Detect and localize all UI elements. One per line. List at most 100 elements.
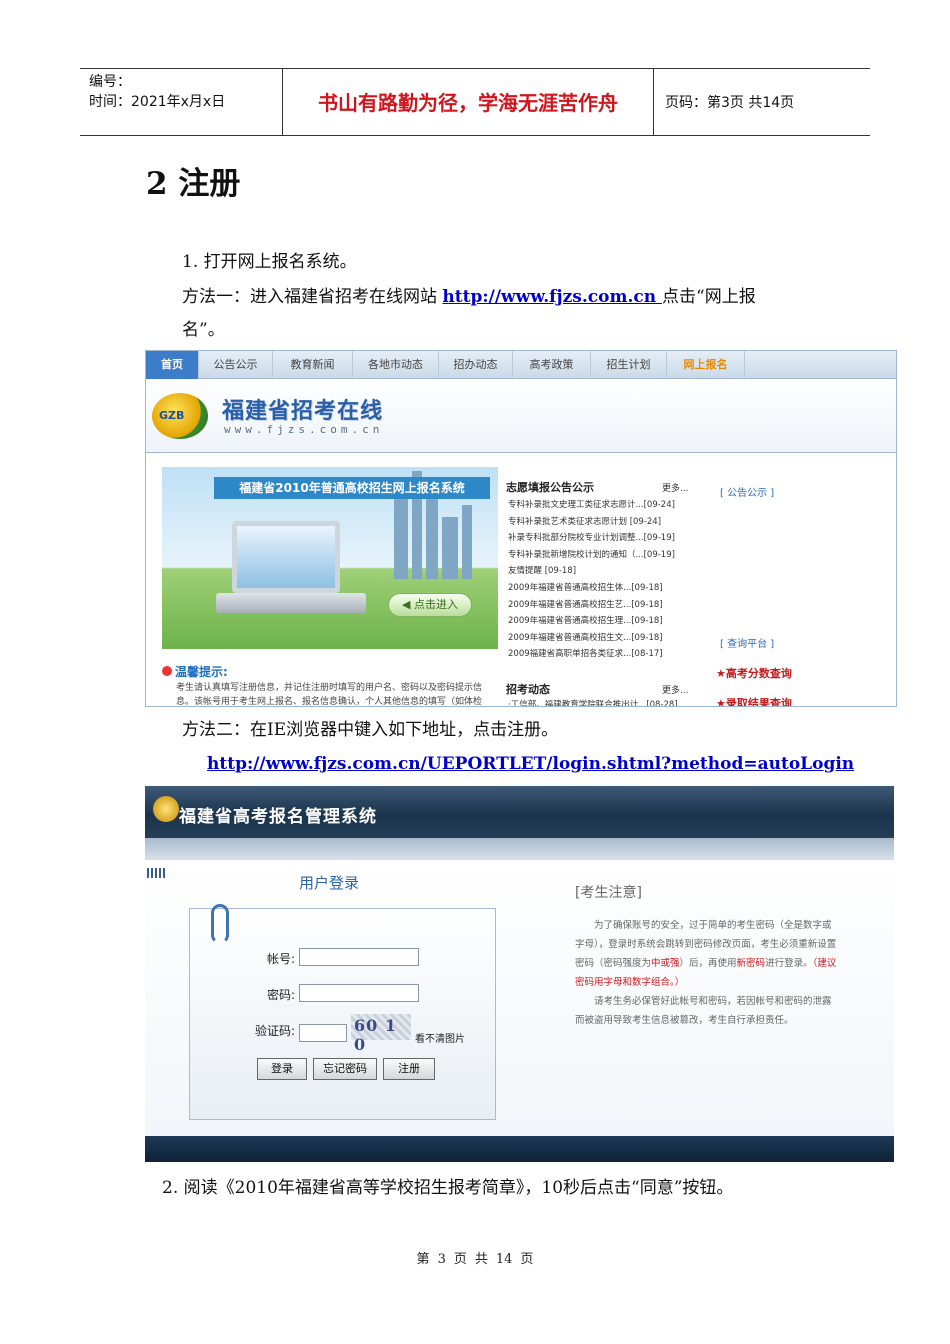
laptop-icon (232, 521, 340, 593)
list-item[interactable]: 2009年福建省普通高校招生艺...[09-18] (508, 597, 688, 614)
refresh-captcha-link[interactable]: 看不清图片 (415, 1030, 465, 1045)
system-header: 福建省高考报名管理系统 (145, 786, 894, 838)
tab-city-news[interactable]: 各地市动态 (353, 351, 439, 379)
login-system-screenshot: 福建省高考报名管理系统 用户登录 帐号: 密码: 验证码: 60 1 0 看不清… (145, 786, 894, 1162)
tab-office-news[interactable]: 招办动态 (439, 351, 513, 379)
register-button[interactable]: 注册 (383, 1058, 435, 1080)
notice-strength: 中或强 (651, 958, 680, 969)
site-logo-url: www.fjzs.com.cn (224, 423, 384, 436)
page-header: 编号： 时间：2021年x月x日 书山有路勤为径，学海无涯苦作舟 页码：第3页 … (80, 68, 870, 136)
method-1-wrap: 名”。 (182, 320, 225, 340)
list-item[interactable]: 2009年福建省普通高校招生理...[09-18] (508, 613, 688, 630)
account-label: 帐号: (266, 952, 295, 966)
gzb-logo-icon: GZB (152, 393, 208, 439)
footer-text: 页 (520, 1252, 534, 1267)
enter-system-button[interactable]: ◀ 点击进入 (388, 593, 472, 617)
footer-text: 共 (474, 1252, 488, 1267)
list-item[interactable]: 补录专科批部分院校专业计划调整...[09-19] (508, 530, 688, 547)
doc-number-label: 编号： (89, 74, 131, 90)
list-item[interactable]: 2009年福建省普通高校招生体...[09-18] (508, 580, 688, 597)
skyscraper-icon (394, 495, 408, 579)
notice-section-title: 志愿填报公告公示 (506, 481, 594, 494)
method-1-prefix: 方法一：进入福建省招考在线网站 (182, 287, 443, 307)
section-title: 2 注册 (146, 166, 241, 202)
list-item[interactable]: ·工信部、福建教育学院联合推出计...[08-28] (508, 697, 688, 706)
side-notice-title: [ 公告公示 ] (720, 488, 775, 499)
fjzs-website-screenshot: 首页 公告公示 教育新闻 各地市动态 招办动态 高考政策 招生计划 网上报名 G… (145, 350, 897, 707)
registration-promo-banner[interactable]: 福建省2010年普通高校招生网上报名系统 ◀ 点击进入 (162, 467, 498, 649)
tab-online-registration[interactable]: 网上报名 (667, 351, 745, 379)
list-item[interactable]: 专科补录批艺术类征求志愿计划 [09-24] (508, 514, 688, 531)
enter-button-label: 点击进入 (413, 598, 458, 611)
list-item[interactable]: 2009福建省高职单招各类征求...[08-17] (508, 646, 688, 663)
tips-text: 考生请认真填写注册信息，并记住注册时填写的用户名、密码以及密码提示信息。该帐号用… (176, 683, 483, 707)
login-panel-title: 用户登录 (299, 874, 360, 892)
promo-ribbon: 福建省2010年普通高校招生网上报名系统 (214, 477, 490, 499)
site-banner: GZB 福建省招考在线 www.fjzs.com.cn (146, 379, 896, 453)
tips-title-text: 温馨提示: (175, 665, 228, 679)
login-button[interactable]: 登录 (257, 1058, 307, 1080)
method-2-line: 方法二：在IE浏览器中键入如下地址，点击注册。 (182, 720, 559, 740)
news-section-title: 招考动态 (506, 683, 550, 696)
login-url-link[interactable]: http://www.fjzs.com.cn/UEPORTLET/login.s… (207, 754, 854, 774)
admission-query-link[interactable]: ★录取结果查询 (716, 695, 792, 706)
header-meta: 编号： 时间：2021年x月x日 (80, 69, 282, 135)
tab-policy[interactable]: 高考政策 (513, 351, 591, 379)
method-1-suffix: 点击“网上报 (662, 287, 756, 307)
list-item[interactable]: 友情提醒 [09-18] (508, 563, 688, 580)
tab-home[interactable]: 首页 (146, 351, 199, 379)
site-nav: 首页 公告公示 教育新闻 各地市动态 招办动态 高考政策 招生计划 网上报名 (146, 351, 896, 379)
system-emblem-icon (153, 796, 179, 822)
tip-bullet-icon (162, 666, 172, 676)
skyscraper-icon (462, 505, 472, 579)
notice-more-link[interactable]: 更多... (662, 481, 689, 494)
footer-text: 页 (453, 1252, 467, 1267)
bars-decoration-icon (147, 868, 165, 878)
notice-text: 进行登录。 (765, 958, 813, 969)
header-page-number: 页码：第3页 共14页 (665, 95, 795, 111)
list-item[interactable]: 专科补录批新增院校计划的通知（...[09-19] (508, 547, 688, 564)
login-url-line: http://www.fjzs.com.cn/UEPORTLET/login.s… (207, 752, 854, 776)
captcha-input[interactable] (299, 1024, 347, 1042)
notice-list: 专科补录批文史理工类征求志愿计...[09-24] 专科补录批艺术类征求志愿计划… (508, 497, 688, 663)
news-more-link[interactable]: 更多... (662, 683, 689, 696)
notice-paragraph-2: 请考生务必保管好此帐号和密码，若因帐号和密码的泄露而被盗用导致考生信息被篡改，考… (575, 996, 832, 1026)
step-1: 1. 打开网上报名系统。 (182, 252, 357, 272)
tab-announcements[interactable]: 公告公示 (199, 351, 273, 379)
laptop-base-icon (216, 593, 366, 613)
notice-new-password: 新密码 (736, 958, 766, 969)
list-item[interactable]: 2009年福建省普通高校招生文...[09-18] (508, 630, 688, 647)
system-title: 福建省高考报名管理系统 (179, 807, 377, 827)
footer-total-pages: 14 (495, 1252, 513, 1267)
candidate-notice-title: [考生注意] (575, 885, 642, 901)
list-item[interactable]: 专科补录批文史理工类征求志愿计...[09-24] (508, 497, 688, 514)
page-footer: 第 3 页共 14 页 (0, 1248, 950, 1267)
footer-current-page: 3 (437, 1252, 446, 1267)
header-motto: 书山有路勤为径，学海无涯苦作舟 (282, 69, 654, 135)
method-1-line: 方法一：进入福建省招考在线网站 http://www.fjzs.com.cn 点… (182, 285, 756, 309)
system-footer-bar (145, 1136, 894, 1162)
footer-text: 第 (416, 1252, 430, 1267)
logo-badge-text: GZB (159, 409, 185, 422)
side-query-title: [ 查询平台 ] (720, 639, 775, 650)
candidate-notice: 为了确保账号的安全，过于简单的考生密码（全是数字或字母），登录时系统会跳转到密码… (575, 916, 837, 1030)
account-input[interactable] (299, 948, 419, 966)
password-input[interactable] (299, 984, 419, 1002)
login-form (189, 908, 496, 1120)
system-subbar (145, 838, 894, 860)
notice-text: ）后，再使用 (679, 958, 737, 969)
fjzs-site-link[interactable]: http://www.fjzs.com.cn (442, 287, 662, 307)
doc-date-label: 时间：2021年x月x日 (89, 94, 226, 110)
site-logo-title: 福建省招考在线 (222, 399, 384, 424)
step-2: 2. 阅读《2010年福建省高等学校招生报考简章》，10秒后点击“同意”按钮。 (162, 1178, 734, 1198)
news-list: ·工信部、福建教育学院联合推出计...[08-28] (508, 697, 688, 706)
tab-edu-news[interactable]: 教育新闻 (273, 351, 353, 379)
notice-paragraph-1: 为了确保账号的安全，过于简单的考生密码（全是数字或字母），登录时系统会跳转到密码… (575, 916, 837, 992)
score-query-link[interactable]: ★高考分数查询 (716, 665, 792, 681)
captcha-label: 验证码: (254, 1024, 295, 1038)
forgot-password-button[interactable]: 忘记密码 (313, 1058, 377, 1080)
skyscraper-icon (442, 517, 458, 579)
password-label: 密码: (266, 988, 295, 1002)
captcha-image[interactable]: 60 1 0 (351, 1014, 411, 1054)
tab-plan[interactable]: 招生计划 (591, 351, 667, 379)
